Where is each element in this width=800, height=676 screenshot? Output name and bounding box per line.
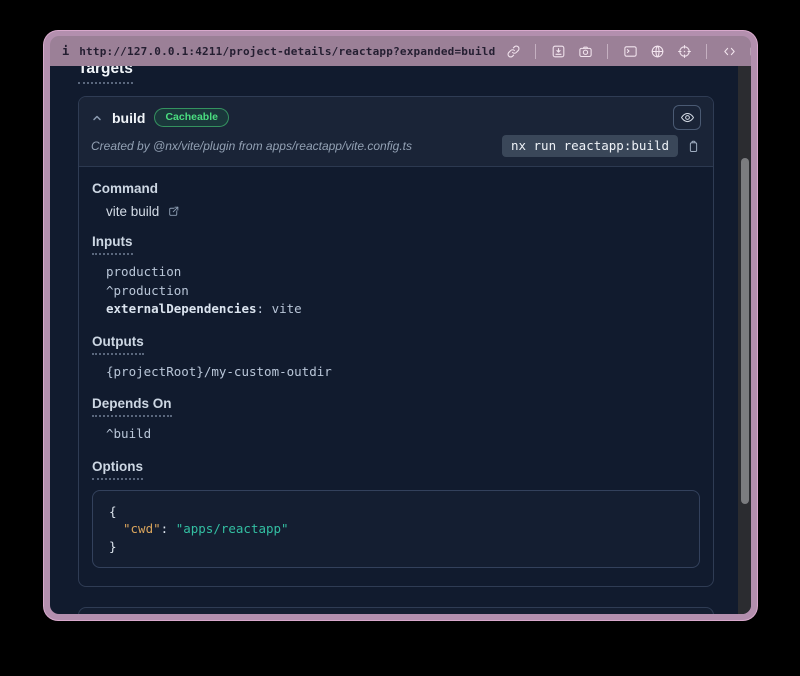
page-title: Targets <box>78 66 714 84</box>
section-outputs: Outputs {projectRoot}/my-custom-outdir <box>92 334 700 382</box>
split-view-icon[interactable] <box>748 43 751 59</box>
options-heading: Options <box>92 459 700 480</box>
browser-toolbar: i http://127.0.0.1:4211/project-details/… <box>50 36 751 66</box>
depends-on-heading: Depends On <box>92 396 700 417</box>
target-name: build <box>112 110 145 126</box>
scrollbar-thumb[interactable] <box>741 158 749 504</box>
chevron-up-icon <box>91 112 103 124</box>
page-viewport: Targets build Cacheable <box>50 66 751 614</box>
download-icon[interactable] <box>550 43 566 59</box>
toolbar-divider <box>535 44 536 59</box>
scrollbar-track[interactable] <box>738 66 751 614</box>
copy-button[interactable] <box>686 139 701 154</box>
depends-on-item: ^build <box>106 425 700 444</box>
section-command: Command vite build <box>92 181 700 219</box>
code-icon[interactable] <box>721 43 737 59</box>
output-item: {projectRoot}/my-custom-outdir <box>106 363 700 382</box>
section-inputs: Inputs production ^production externalDe… <box>92 234 700 319</box>
target-build-body: Command vite build Inpu <box>79 167 713 586</box>
json-line: "cwd": "apps/reactapp" <box>109 520 683 538</box>
desktop-background: i http://127.0.0.1:4211/project-details/… <box>0 0 800 676</box>
eye-icon <box>680 110 695 125</box>
outputs-heading: Outputs <box>92 334 700 355</box>
target-card-build: build Cacheable Created by @nx/vite/plug… <box>78 96 714 587</box>
input-item: ^production <box>106 282 700 301</box>
toolbar-divider <box>706 44 707 59</box>
json-line: } <box>109 538 683 556</box>
terminal-icon[interactable] <box>622 43 638 59</box>
target-card-serve[interactable]: serve vite serve <box>78 607 714 614</box>
toolbar-actions <box>505 43 751 59</box>
input-item: externalDependencies: vite <box>106 300 700 319</box>
section-depends-on: Depends On ^build <box>92 396 700 444</box>
command-heading: Command <box>92 181 700 196</box>
input-item: production <box>106 263 700 282</box>
browser-window: i http://127.0.0.1:4211/project-details/… <box>44 31 757 620</box>
inputs-heading: Inputs <box>92 234 700 255</box>
link-icon[interactable] <box>505 43 521 59</box>
page-content: Targets build Cacheable <box>50 66 738 614</box>
copy-icon <box>686 139 701 154</box>
section-options: Options { "cwd": "apps/reactapp" } <box>92 459 700 569</box>
info-icon: i <box>62 44 69 58</box>
options-json-box: { "cwd": "apps/reactapp" } <box>92 490 700 569</box>
run-command-chip: nx run reactapp:build <box>502 135 678 157</box>
toolbar-divider <box>607 44 608 59</box>
url-text: http://127.0.0.1:4211/project-details/re… <box>79 45 495 58</box>
crosshair-icon[interactable] <box>676 43 692 59</box>
cacheable-badge: Cacheable <box>154 108 229 127</box>
camera-icon[interactable] <box>577 43 593 59</box>
globe-icon[interactable] <box>649 43 665 59</box>
command-value: vite build <box>106 204 159 219</box>
external-link-icon[interactable] <box>167 205 180 218</box>
target-build-header[interactable]: build Cacheable Created by @nx/vite/plug… <box>79 97 713 167</box>
created-by-text: Created by @nx/vite/plugin from apps/rea… <box>91 139 412 153</box>
view-details-button[interactable] <box>673 105 701 130</box>
json-line: { <box>109 503 683 521</box>
